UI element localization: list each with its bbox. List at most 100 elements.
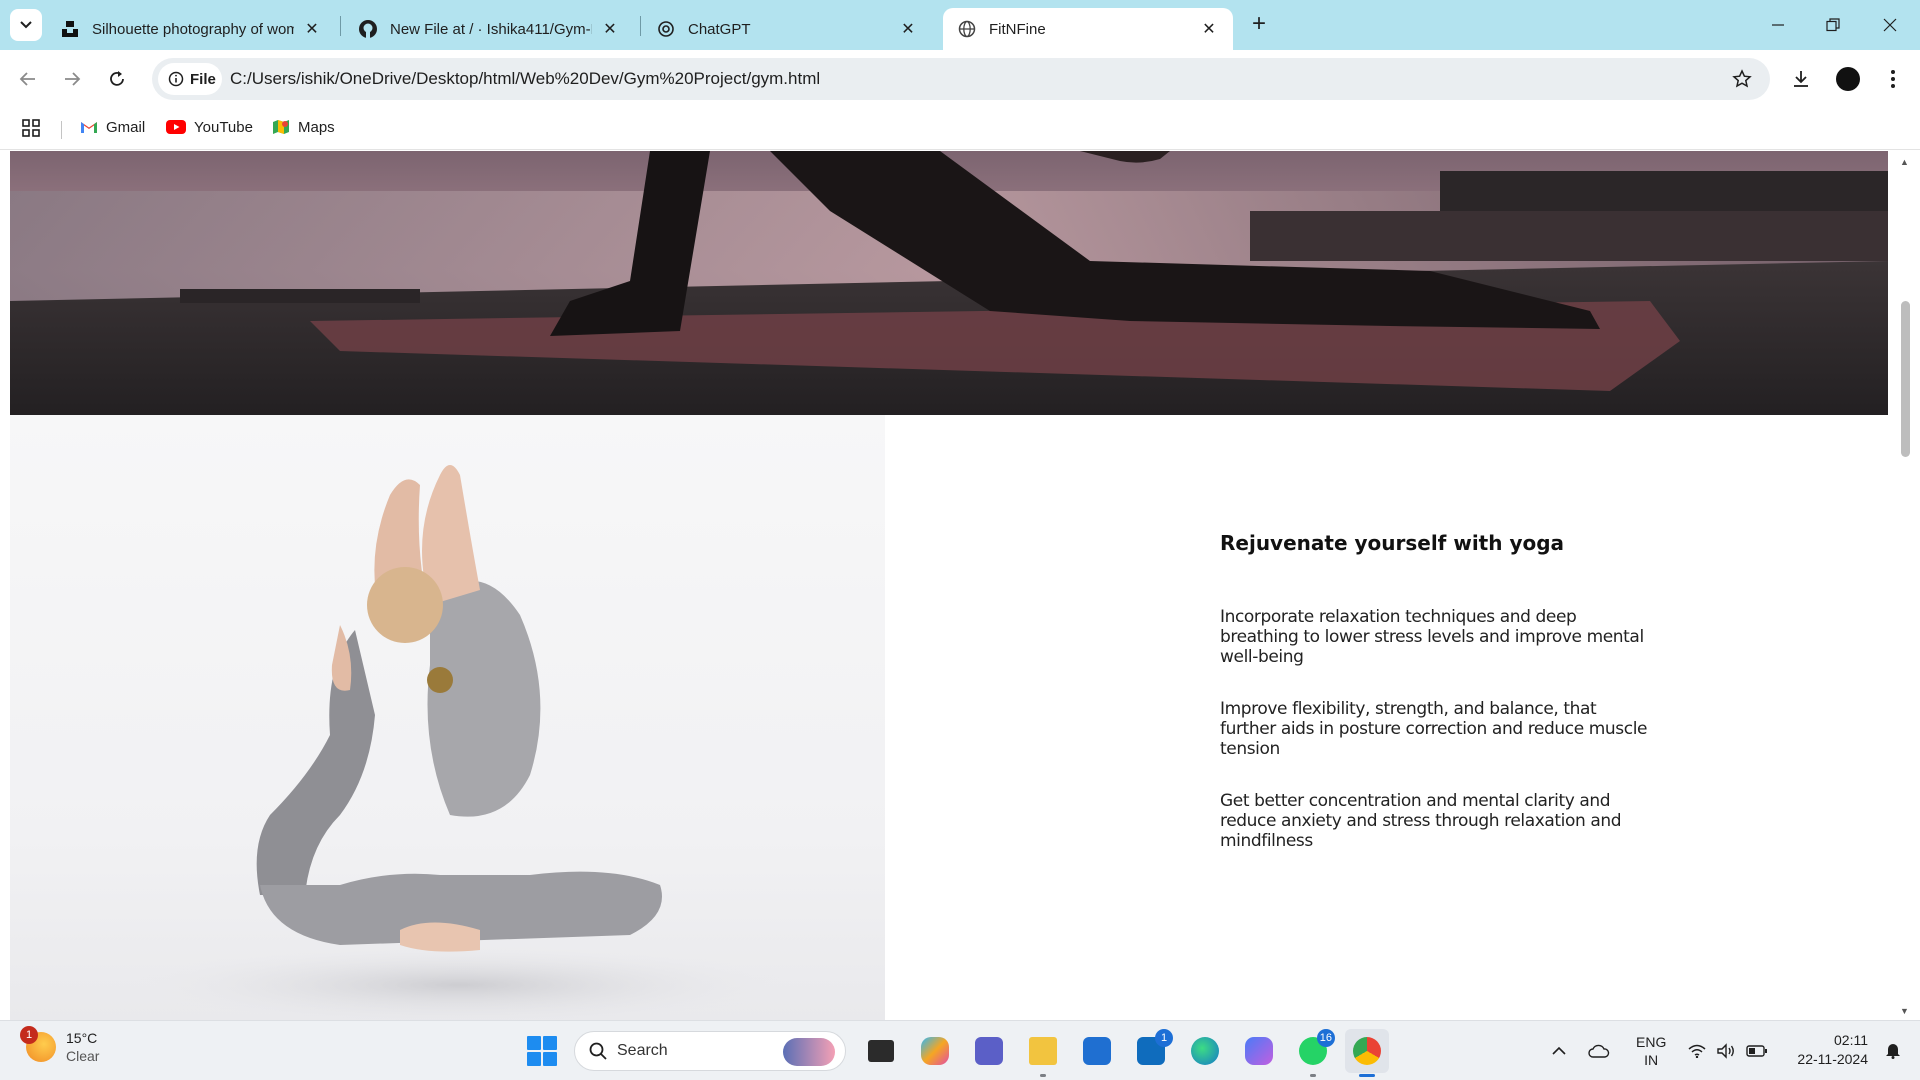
edge-button[interactable] bbox=[1183, 1029, 1227, 1073]
notification-bell-icon[interactable] bbox=[1884, 1041, 1902, 1059]
close-icon[interactable]: ✕ bbox=[600, 19, 620, 39]
edge-icon bbox=[1191, 1037, 1219, 1065]
outlook-button[interactable]: 1 bbox=[1129, 1029, 1173, 1073]
language-region: IN bbox=[1644, 1052, 1659, 1068]
language-indicator[interactable]: ENG IN bbox=[1636, 1029, 1666, 1073]
profile-button[interactable] bbox=[1833, 64, 1863, 94]
search-icon bbox=[589, 1042, 607, 1060]
taskbar-apps: Search 1 16 bbox=[524, 1029, 1394, 1077]
page-viewport: Rejuvenate yourself with yoga Incorporat… bbox=[0, 151, 1920, 1020]
close-icon[interactable]: ✕ bbox=[1199, 19, 1219, 39]
menu-button[interactable] bbox=[1878, 64, 1908, 94]
chrome-icon bbox=[1353, 1037, 1381, 1065]
close-icon bbox=[1883, 18, 1897, 32]
volume-icon bbox=[1717, 1043, 1734, 1059]
browser-toolbar: File C:/Users/ishik/OneDrive/Desktop/htm… bbox=[0, 50, 1920, 108]
reload-button[interactable] bbox=[102, 64, 132, 94]
scroll-down-arrow-icon[interactable]: ▼ bbox=[1900, 1006, 1909, 1016]
chrome-button[interactable] bbox=[1345, 1029, 1389, 1077]
tab-divider bbox=[640, 16, 641, 36]
clock-time: 02:11 bbox=[1834, 1032, 1868, 1048]
tab-divider bbox=[340, 16, 341, 36]
avatar bbox=[1836, 67, 1860, 91]
new-tab-button[interactable]: + bbox=[1246, 12, 1272, 38]
youtube-icon bbox=[166, 118, 186, 136]
yoga-benefits-section: Rejuvenate yourself with yoga Incorporat… bbox=[1220, 531, 1650, 883]
bookmark-maps[interactable]: Maps bbox=[272, 118, 335, 136]
more-vertical-icon bbox=[1891, 70, 1895, 88]
language-code: ENG bbox=[1636, 1034, 1667, 1050]
tab-strip: Silhouette photography of wom ✕ New File… bbox=[0, 0, 1920, 50]
copilot-button[interactable] bbox=[913, 1029, 957, 1073]
onedrive-button[interactable] bbox=[1588, 1029, 1610, 1073]
show-hidden-icons-button[interactable] bbox=[1552, 1029, 1566, 1073]
weather-widget[interactable]: 1 15°C Clear bbox=[20, 1026, 99, 1065]
teams-icon bbox=[975, 1037, 1003, 1065]
benefit-paragraph: Incorporate relaxation techniques and de… bbox=[1220, 607, 1644, 667]
globe-icon bbox=[957, 19, 977, 39]
address-bar[interactable]: File C:/Users/ishik/OneDrive/Desktop/htm… bbox=[152, 58, 1770, 100]
tab-title: FitNFine bbox=[989, 20, 1046, 38]
github-icon bbox=[358, 19, 378, 39]
wifi-icon bbox=[1688, 1044, 1706, 1058]
search-highlight-image bbox=[783, 1038, 835, 1066]
windows-start-button[interactable] bbox=[524, 1033, 560, 1069]
quick-settings-button[interactable] bbox=[1688, 1029, 1768, 1073]
tab-fitnfine[interactable]: FitNFine ✕ bbox=[943, 8, 1233, 50]
back-button[interactable] bbox=[13, 64, 43, 94]
bookmarks-divider bbox=[61, 121, 62, 139]
arrow-right-icon bbox=[65, 72, 81, 86]
bookmark-star-icon[interactable] bbox=[1732, 69, 1752, 89]
clock[interactable]: 02:11 22-11-2024 bbox=[1797, 1031, 1868, 1069]
minimize-icon bbox=[1772, 24, 1784, 26]
apps-button[interactable] bbox=[22, 119, 40, 137]
maps-icon bbox=[272, 118, 290, 136]
scrollbar-thumb[interactable] bbox=[1901, 301, 1910, 457]
copilot-app-icon bbox=[1245, 1037, 1273, 1065]
tab-title: New File at / · Ishika411/Gym-P bbox=[390, 20, 592, 38]
downloads-button[interactable] bbox=[1786, 64, 1816, 94]
site-info-chip[interactable]: File bbox=[158, 63, 222, 95]
tab-search-button[interactable] bbox=[10, 9, 42, 41]
tab-unsplash[interactable]: Silhouette photography of wom ✕ bbox=[46, 8, 336, 50]
weather-temp: 15°C bbox=[66, 1030, 98, 1046]
file-explorer-button[interactable] bbox=[1021, 1029, 1065, 1077]
close-window-button[interactable] bbox=[1870, 10, 1910, 40]
weather-sun-icon: 1 bbox=[20, 1026, 56, 1062]
tab-chatgpt[interactable]: ChatGPT ✕ bbox=[642, 8, 932, 50]
chatgpt-icon bbox=[656, 19, 676, 39]
url-text[interactable]: C:/Users/ishik/OneDrive/Desktop/html/Web… bbox=[230, 69, 820, 89]
bookmark-gmail[interactable]: Gmail bbox=[80, 118, 145, 136]
folder-icon bbox=[1029, 1037, 1057, 1065]
info-icon bbox=[168, 71, 184, 87]
forward-button[interactable] bbox=[57, 64, 87, 94]
unsplash-icon bbox=[60, 19, 80, 39]
yoga-pose-image bbox=[10, 415, 885, 1020]
restore-icon bbox=[1826, 18, 1840, 32]
close-icon[interactable]: ✕ bbox=[898, 19, 918, 39]
page-scrollbar[interactable]: ▲ ▼ bbox=[1888, 151, 1920, 1020]
arrow-left-icon bbox=[19, 72, 35, 86]
search-placeholder: Search bbox=[617, 1042, 668, 1059]
cloud-icon bbox=[1588, 1044, 1610, 1058]
battery-icon bbox=[1746, 1045, 1767, 1057]
teams-button[interactable] bbox=[967, 1029, 1011, 1073]
download-icon bbox=[1794, 71, 1808, 87]
minimize-button[interactable] bbox=[1758, 10, 1798, 40]
whatsapp-button[interactable]: 16 bbox=[1291, 1029, 1335, 1077]
close-icon[interactable]: ✕ bbox=[302, 19, 322, 39]
bookmark-youtube[interactable]: YouTube bbox=[166, 118, 253, 136]
tab-github[interactable]: New File at / · Ishika411/Gym-P ✕ bbox=[344, 8, 634, 50]
reload-icon bbox=[110, 71, 124, 86]
bookmarks-bar: Gmail YouTube Maps bbox=[0, 108, 1920, 150]
gmail-icon bbox=[80, 118, 98, 136]
outlook-badge: 1 bbox=[1155, 1029, 1173, 1047]
apps-grid-icon bbox=[22, 119, 40, 137]
copilot-app-button[interactable] bbox=[1237, 1029, 1281, 1073]
task-view-button[interactable] bbox=[859, 1029, 903, 1073]
bookmark-label: YouTube bbox=[194, 118, 253, 136]
taskbar-search[interactable]: Search bbox=[574, 1031, 846, 1071]
microsoft-store-button[interactable] bbox=[1075, 1029, 1119, 1073]
scroll-up-arrow-icon[interactable]: ▲ bbox=[1900, 157, 1909, 167]
restore-button[interactable] bbox=[1813, 10, 1853, 40]
